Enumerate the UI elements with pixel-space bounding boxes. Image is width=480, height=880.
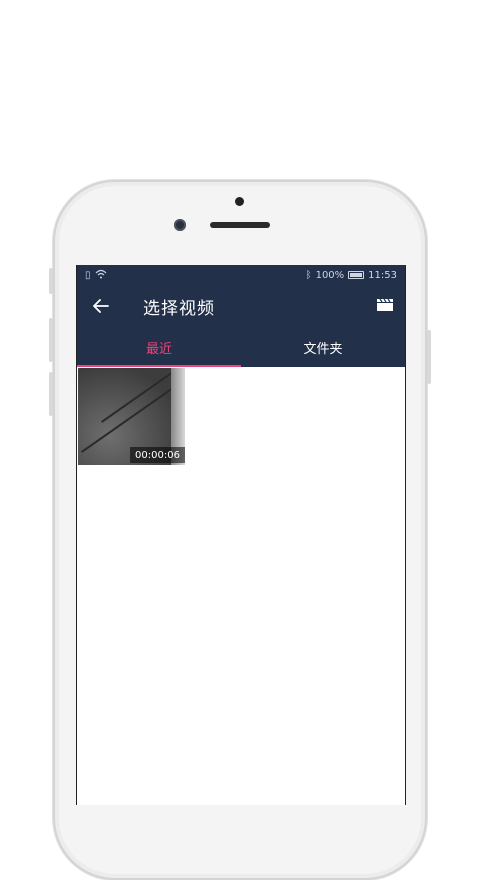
video-action-button[interactable] xyxy=(365,285,405,327)
earpiece-speaker xyxy=(210,222,270,228)
battery-percent: 100% xyxy=(315,269,345,281)
video-duration: 00:00:06 xyxy=(130,447,185,463)
page-title: 选择视频 xyxy=(143,298,215,319)
phone-power-button xyxy=(427,330,431,384)
bluetooth-icon: ᛒ xyxy=(305,269,312,281)
proximity-sensor xyxy=(235,197,244,206)
tab-recent-label: 最近 xyxy=(145,341,172,357)
clock: 11:53 xyxy=(368,269,397,281)
clapperboard-icon xyxy=(376,297,394,316)
app-bar: 选择视频 xyxy=(77,285,405,327)
phone-mute-switch xyxy=(49,268,53,294)
tab-folders[interactable]: 文件夹 xyxy=(241,327,405,367)
sim-icon: ▯ xyxy=(85,269,91,281)
wifi-icon xyxy=(95,269,107,282)
phone-screen: ▯ ᛒ 100% 11:53 选择视频 最近 文件夹 00:00:06 xyxy=(76,265,406,805)
arrow-left-icon xyxy=(93,294,109,318)
front-camera xyxy=(174,219,186,231)
tab-recent[interactable]: 最近 xyxy=(77,327,241,367)
phone-volume-down xyxy=(49,372,53,416)
video-thumbnail[interactable]: 00:00:06 xyxy=(78,368,185,465)
tab-folders-label: 文件夹 xyxy=(303,341,343,357)
phone-volume-up xyxy=(49,318,53,362)
status-bar: ▯ ᛒ 100% 11:53 xyxy=(77,265,405,285)
back-button[interactable] xyxy=(81,285,121,327)
tab-bar: 最近 文件夹 xyxy=(77,327,405,367)
battery-icon xyxy=(348,271,365,279)
